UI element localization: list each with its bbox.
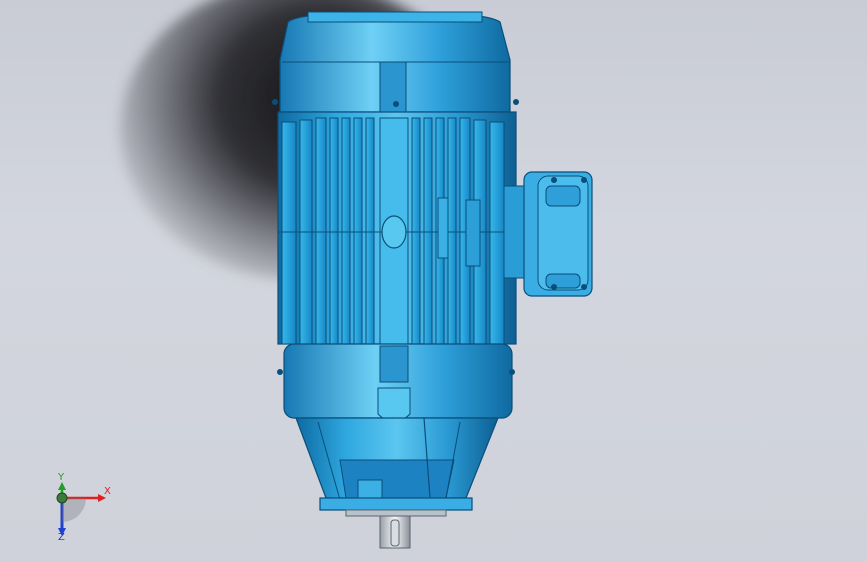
motor-model[interactable] <box>0 0 867 562</box>
motor-shaft <box>345 509 447 549</box>
y-axis-label: Y <box>58 472 65 483</box>
terminal-box <box>503 171 593 297</box>
x-axis-label: X <box>104 486 111 497</box>
orientation-triad[interactable]: X Y Z <box>48 472 118 544</box>
fan-cover <box>272 11 519 113</box>
stator-frame <box>277 111 517 347</box>
drive-end-housing <box>277 343 515 423</box>
z-axis-label: Z <box>58 532 65 543</box>
flange-cone <box>295 417 499 511</box>
graphics-viewport[interactable]: X Y Z <box>0 0 867 562</box>
